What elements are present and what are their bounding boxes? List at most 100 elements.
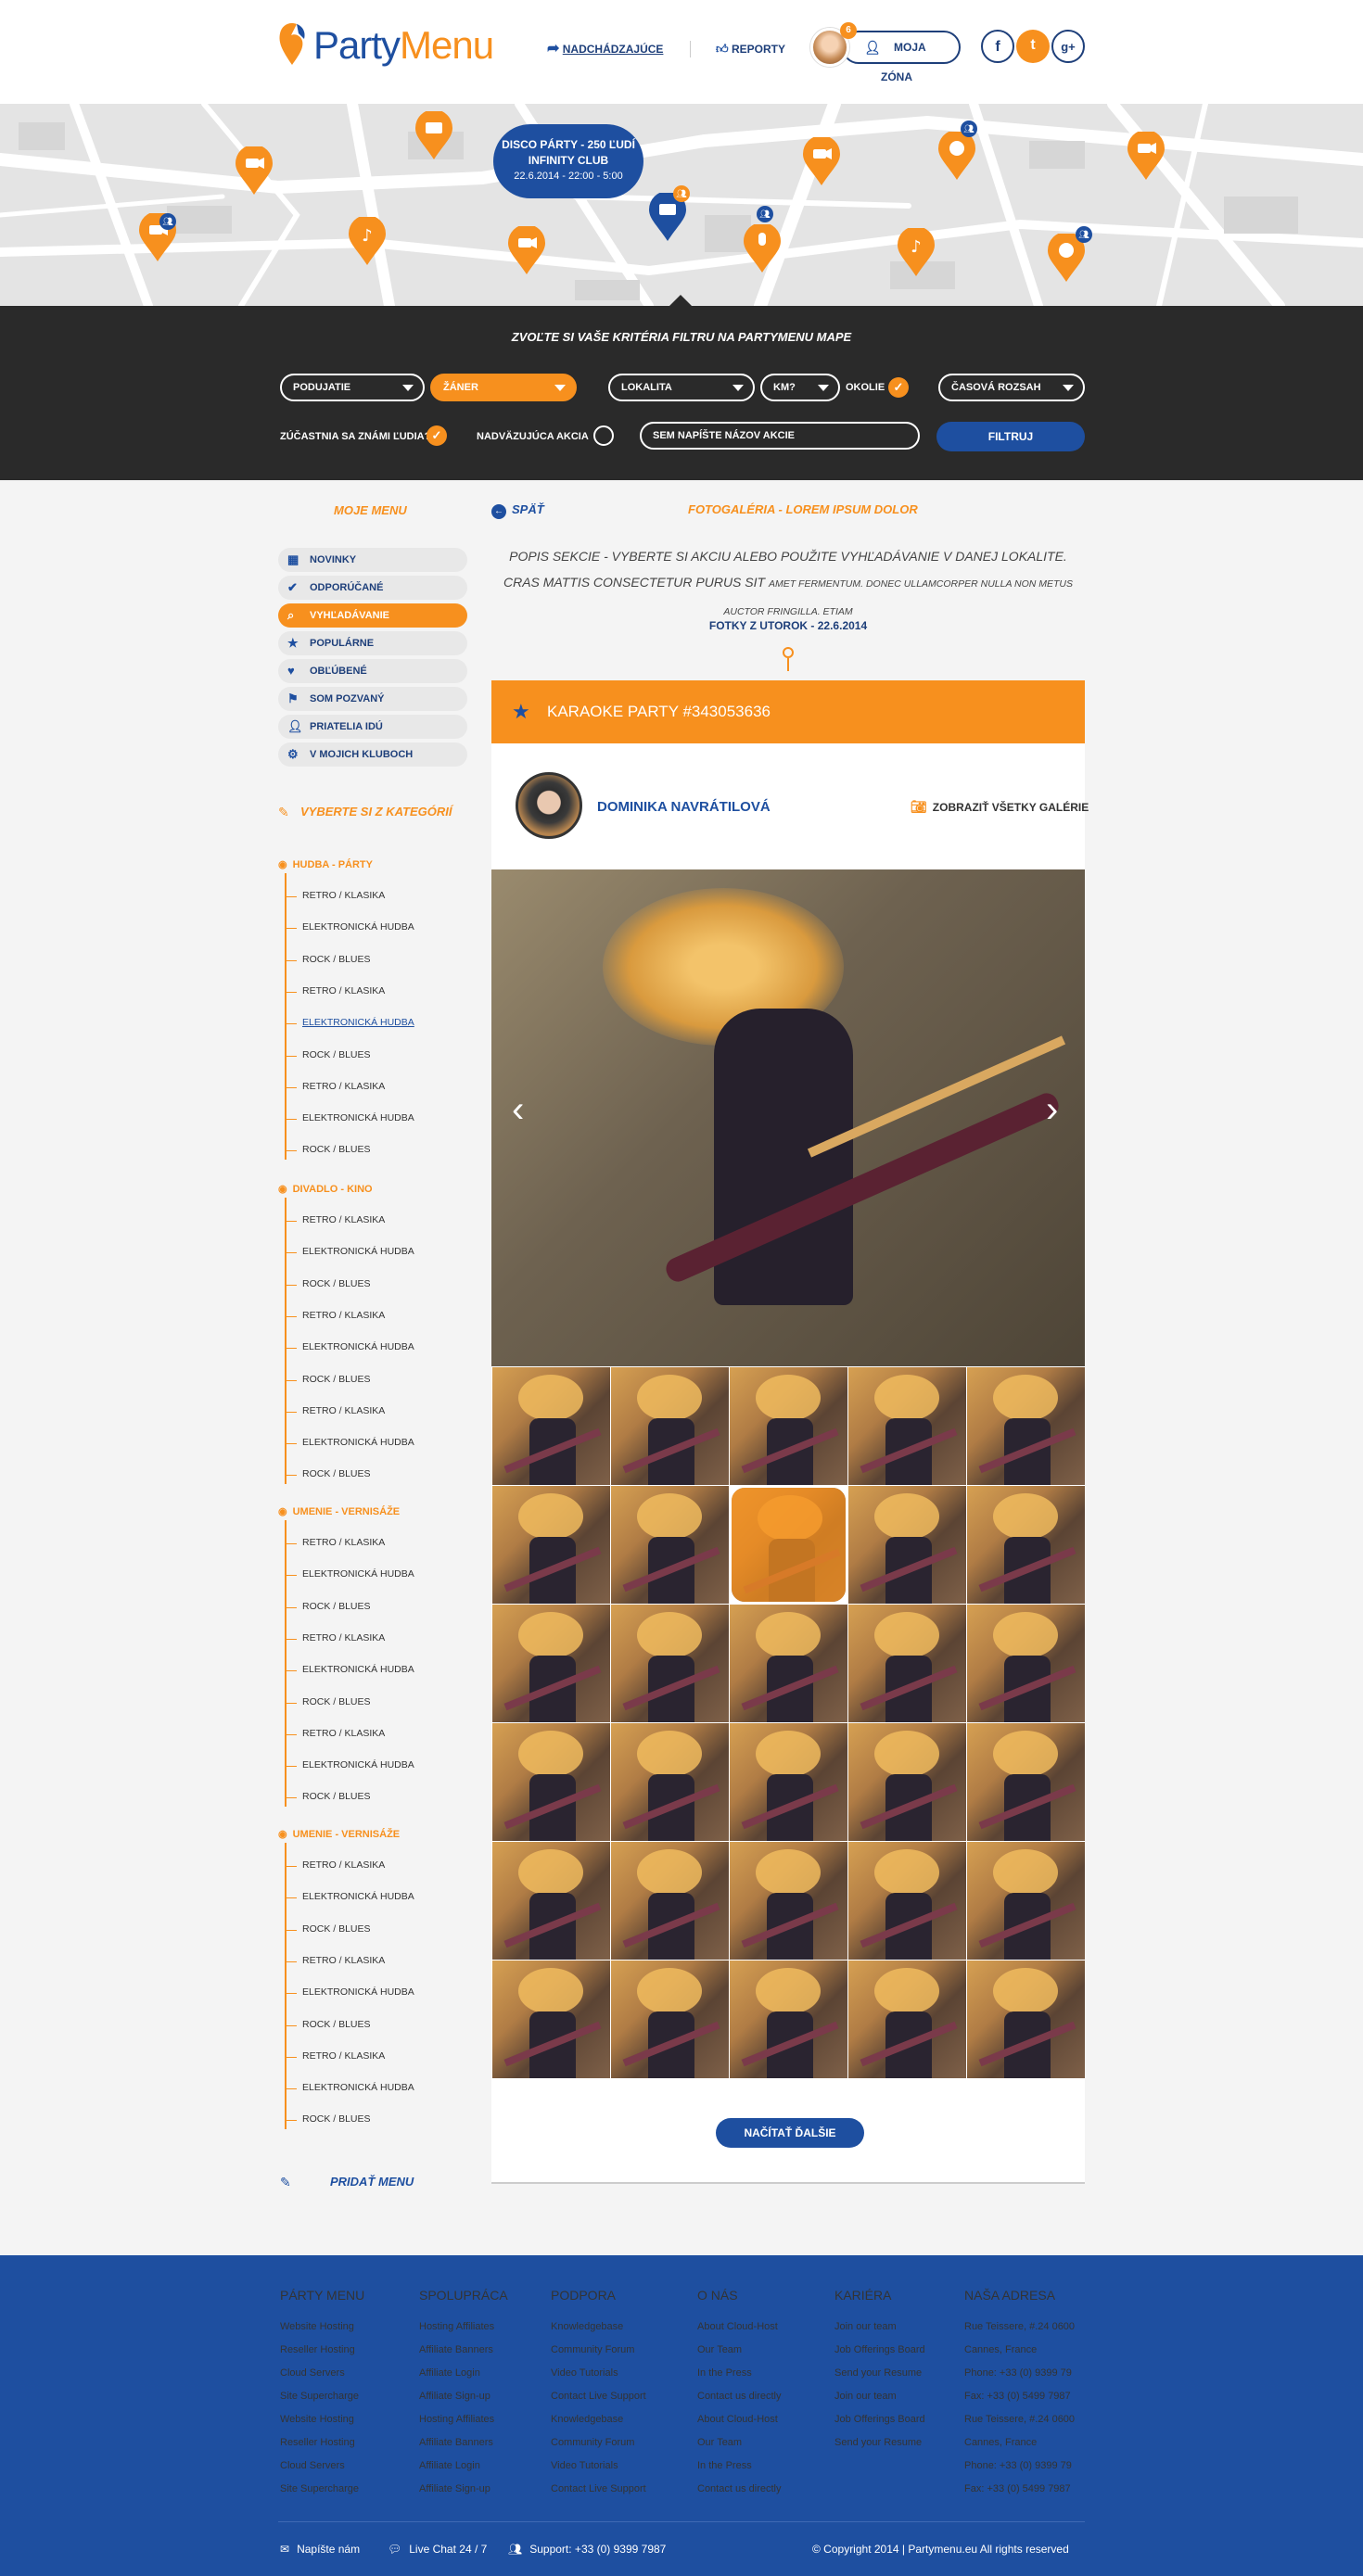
- logo-icon[interactable]: [276, 20, 308, 67]
- footer-link[interactable]: Send your Resume: [834, 2431, 925, 2455]
- select-km[interactable]: KM?: [760, 374, 840, 401]
- subcategory-link[interactable]: ELEKTRONICKÁ HUDBA: [286, 1891, 414, 1902]
- gallery-thumbnail[interactable]: [967, 1961, 1085, 2078]
- subcategory-link[interactable]: RETRO / KLASIKA: [285, 1081, 385, 1092]
- subcategory-link[interactable]: ELEKTRONICKÁ HUDBA: [286, 1759, 414, 1770]
- footer-link[interactable]: Join our team: [834, 2385, 925, 2408]
- subcategory-link[interactable]: ELEKTRONICKÁ HUDBA: [286, 1664, 414, 1675]
- gallery-thumbnail[interactable]: [848, 1961, 966, 2078]
- gallery-thumbnail[interactable]: [848, 1605, 966, 1722]
- load-more-button[interactable]: NAČÍTAŤ ĎALŠIE: [716, 2118, 864, 2148]
- gallery-thumbnail[interactable]: [967, 1605, 1085, 1722]
- subcategory-link[interactable]: ELEKTRONICKÁ HUDBA: [286, 1017, 414, 1028]
- map-pin-mic-icon[interactable]: [744, 224, 781, 273]
- map-pin-music-icon[interactable]: ♪: [349, 217, 386, 265]
- subcategory-link[interactable]: RETRO / KLASIKA: [285, 890, 385, 901]
- sidebar-item-1[interactable]: ▦ NOVINKY: [278, 548, 467, 572]
- subcategory-link[interactable]: ROCK / BLUES: [286, 1601, 371, 1612]
- sidebar-item-5[interactable]: ♥ OBĽÚBENÉ: [278, 659, 467, 683]
- notification-badge[interactable]: 6: [840, 22, 857, 39]
- author-name[interactable]: DOMINIKA NAVRÁTILOVÁ: [597, 799, 771, 815]
- footer-link[interactable]: Site Supercharge: [280, 2478, 364, 2501]
- footer-link[interactable]: About Cloud-Host: [697, 2408, 781, 2431]
- footer-link[interactable]: Reseller Hosting: [280, 2339, 364, 2362]
- support-link[interactable]: 👥︎ Support: +33 (0) 9399 7987: [508, 2543, 666, 2556]
- footer-link[interactable]: Our Team: [697, 2339, 781, 2362]
- footer-link[interactable]: Reseller Hosting: [280, 2431, 364, 2455]
- gallery-thumbnail[interactable]: [492, 1605, 610, 1722]
- my-zone-button[interactable]: 👤︎ MOJA ZÓNA: [842, 31, 961, 83]
- known-people-checkbox[interactable]: ✓: [427, 425, 447, 446]
- gallery-main-photo[interactable]: [491, 869, 1085, 1366]
- footer-link[interactable]: Website Hosting: [280, 2316, 364, 2339]
- subcategory-link[interactable]: ROCK / BLUES: [286, 1374, 371, 1385]
- select-podujatie[interactable]: PODUJATIE: [280, 374, 425, 401]
- footer-link[interactable]: Cloud Servers: [280, 2455, 364, 2478]
- subcategory-link[interactable]: RETRO / KLASIKA: [285, 1955, 385, 1966]
- subcategory-link[interactable]: RETRO / KLASIKA: [285, 1728, 385, 1739]
- footer-link[interactable]: Site Supercharge: [280, 2385, 364, 2408]
- subcategory-link[interactable]: ROCK / BLUES: [286, 1278, 371, 1289]
- sidebar-item-3[interactable]: ⌕ VYHĽADÁVANIE: [278, 603, 467, 628]
- footer-link[interactable]: Join our team: [834, 2316, 925, 2339]
- footer-link[interactable]: Affiliate Banners: [419, 2339, 508, 2362]
- subcategory-link[interactable]: ELEKTRONICKÁ HUDBA: [286, 1246, 414, 1257]
- next-arrow-icon[interactable]: ›: [1046, 1089, 1058, 1131]
- gallery-thumbnail[interactable]: [730, 1961, 847, 2078]
- footer-link[interactable]: Affiliate Login: [419, 2362, 508, 2385]
- category-heading[interactable]: ◉ UMENIE - VERNISÁŽE: [278, 1828, 400, 1840]
- event-search-input[interactable]: SEM NAPÍŠTE NÁZOV AKCIE: [640, 422, 920, 450]
- footer-link[interactable]: Job Offerings Board: [834, 2339, 925, 2362]
- gallery-thumbnail[interactable]: [730, 1486, 847, 1604]
- gallery-thumbnail[interactable]: [848, 1723, 966, 1841]
- footer-link[interactable]: Affiliate Sign-up: [419, 2385, 508, 2408]
- gallery-thumbnail[interactable]: [492, 1486, 610, 1604]
- subcategory-link[interactable]: ELEKTRONICKÁ HUDBA: [286, 2082, 414, 2093]
- event-map[interactable]: ♪ ♪ 👥︎ 👥︎ 👥︎ 👥︎ 👥︎: [0, 104, 1363, 306]
- gallery-thumbnail[interactable]: [492, 1961, 610, 2078]
- subcategory-link[interactable]: ROCK / BLUES: [286, 1696, 371, 1707]
- sidebar-item-4[interactable]: ★ POPULÁRNE: [278, 631, 467, 655]
- subcategory-link[interactable]: RETRO / KLASIKA: [285, 1214, 385, 1225]
- write-us-link[interactable]: ✉ Napíšte nám: [280, 2543, 360, 2556]
- okolie-checkbox[interactable]: ✓: [888, 377, 909, 398]
- subcategory-link[interactable]: ROCK / BLUES: [286, 2019, 371, 2030]
- subcategory-link[interactable]: ELEKTRONICKÁ HUDBA: [286, 1437, 414, 1448]
- gallery-thumbnail[interactable]: [967, 1842, 1085, 1960]
- subcategory-link[interactable]: RETRO / KLASIKA: [285, 2050, 385, 2062]
- map-pin-bar-icon[interactable]: [415, 111, 452, 159]
- subcategory-link[interactable]: ROCK / BLUES: [286, 954, 371, 965]
- gallery-thumbnail[interactable]: [492, 1723, 610, 1841]
- subcategory-link[interactable]: ROCK / BLUES: [286, 1468, 371, 1479]
- category-heading[interactable]: ◉ HUDBA - PÁRTY: [278, 858, 373, 870]
- footer-link[interactable]: Video Tutorials: [551, 2455, 646, 2478]
- sidebar-item-6[interactable]: ⚑ SOM POZVANÝ: [278, 687, 467, 711]
- subcategory-link[interactable]: RETRO / KLASIKA: [285, 1537, 385, 1548]
- gallery-thumbnail[interactable]: [730, 1842, 847, 1960]
- nav-upcoming[interactable]: ➦ NADCHÁDZAJÚCE: [547, 37, 663, 61]
- footer-link[interactable]: Hosting Affiliates: [419, 2408, 508, 2431]
- subcategory-link[interactable]: ROCK / BLUES: [286, 1144, 371, 1155]
- gallery-thumbnail[interactable]: [611, 1842, 729, 1960]
- subcategory-link[interactable]: ROCK / BLUES: [286, 1923, 371, 1935]
- filter-button[interactable]: FILTRUJ: [936, 422, 1085, 451]
- footer-link[interactable]: Website Hosting: [280, 2408, 364, 2431]
- map-event-popup[interactable]: DISCO PÁRTY - 250 ĽUDÍ INFINITY CLUB 22.…: [493, 124, 643, 198]
- gallery-thumbnail[interactable]: [967, 1367, 1085, 1485]
- footer-link[interactable]: Community Forum: [551, 2339, 646, 2362]
- category-heading[interactable]: ◉ UMENIE - VERNISÁŽE: [278, 1505, 400, 1517]
- gallery-thumbnail[interactable]: [492, 1367, 610, 1485]
- map-pin-camera-icon[interactable]: [803, 137, 840, 185]
- subcategory-link[interactable]: RETRO / KLASIKA: [285, 1859, 385, 1871]
- prev-arrow-icon[interactable]: ‹: [512, 1089, 524, 1131]
- category-heading[interactable]: ◉ DIVADLO - KINO: [278, 1183, 373, 1195]
- gallery-thumbnail[interactable]: [967, 1723, 1085, 1841]
- follow-up-checkbox[interactable]: [593, 425, 614, 446]
- gallery-thumbnail[interactable]: [967, 1486, 1085, 1604]
- footer-link[interactable]: Knowledgebase: [551, 2316, 646, 2339]
- gallery-thumbnail[interactable]: [611, 1723, 729, 1841]
- facebook-icon[interactable]: f: [981, 30, 1014, 63]
- footer-link[interactable]: Contact Live Support: [551, 2385, 646, 2408]
- subcategory-link[interactable]: RETRO / KLASIKA: [285, 985, 385, 996]
- footer-link[interactable]: Community Forum: [551, 2431, 646, 2455]
